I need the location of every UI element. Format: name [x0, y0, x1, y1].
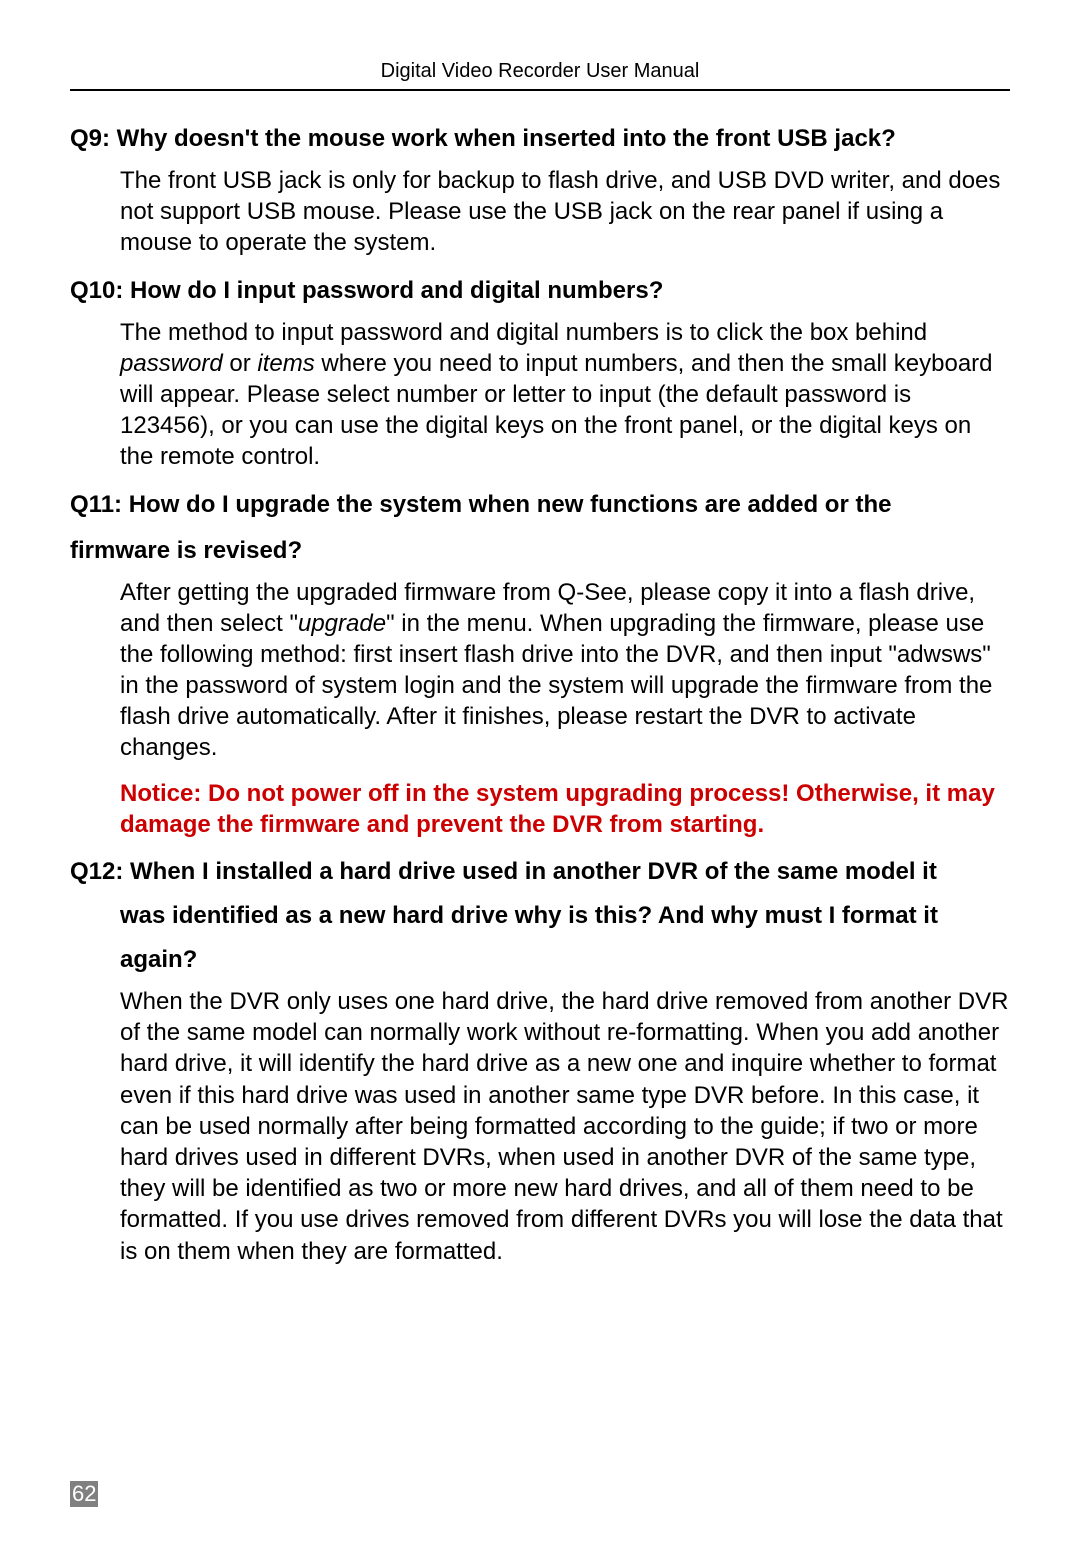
q11-question-line2: firmware is revised? — [70, 533, 1010, 569]
q10-italic-password: password — [120, 350, 223, 377]
q10-italic-items: items — [257, 350, 314, 377]
q9-question: Q9: Why doesn't the mouse work when inse… — [70, 121, 1010, 157]
q11-question-line1: Q11: How do I upgrade the system when ne… — [70, 487, 1010, 523]
q12-question-line1: Q12: When I installed a hard drive used … — [70, 854, 1010, 890]
q10-question: Q10: How do I input password and digital… — [70, 273, 1010, 309]
q10-answer-mid: or — [223, 350, 258, 377]
q10-answer-pre: The method to input password and digital… — [120, 319, 927, 346]
q11-answer: After getting the upgraded firmware from… — [70, 577, 1010, 764]
q10-answer: The method to input password and digital… — [70, 317, 1010, 473]
q9-answer: The front USB jack is only for backup to… — [70, 165, 1010, 259]
q12-answer: When the DVR only uses one hard drive, t… — [70, 986, 1010, 1267]
header-title: Digital Video Recorder User Manual — [70, 60, 1010, 89]
header-rule — [70, 89, 1010, 91]
q11-notice: Notice: Do not power off in the system u… — [70, 778, 1010, 840]
page-number: 62 — [70, 1481, 98, 1507]
q12-question-line3: again? — [70, 942, 1010, 978]
manual-page: Digital Video Recorder User Manual Q9: W… — [0, 0, 1080, 1567]
q12-question-line2: was identified as a new hard drive why i… — [70, 898, 1010, 934]
q11-italic-upgrade: upgrade — [298, 610, 386, 637]
